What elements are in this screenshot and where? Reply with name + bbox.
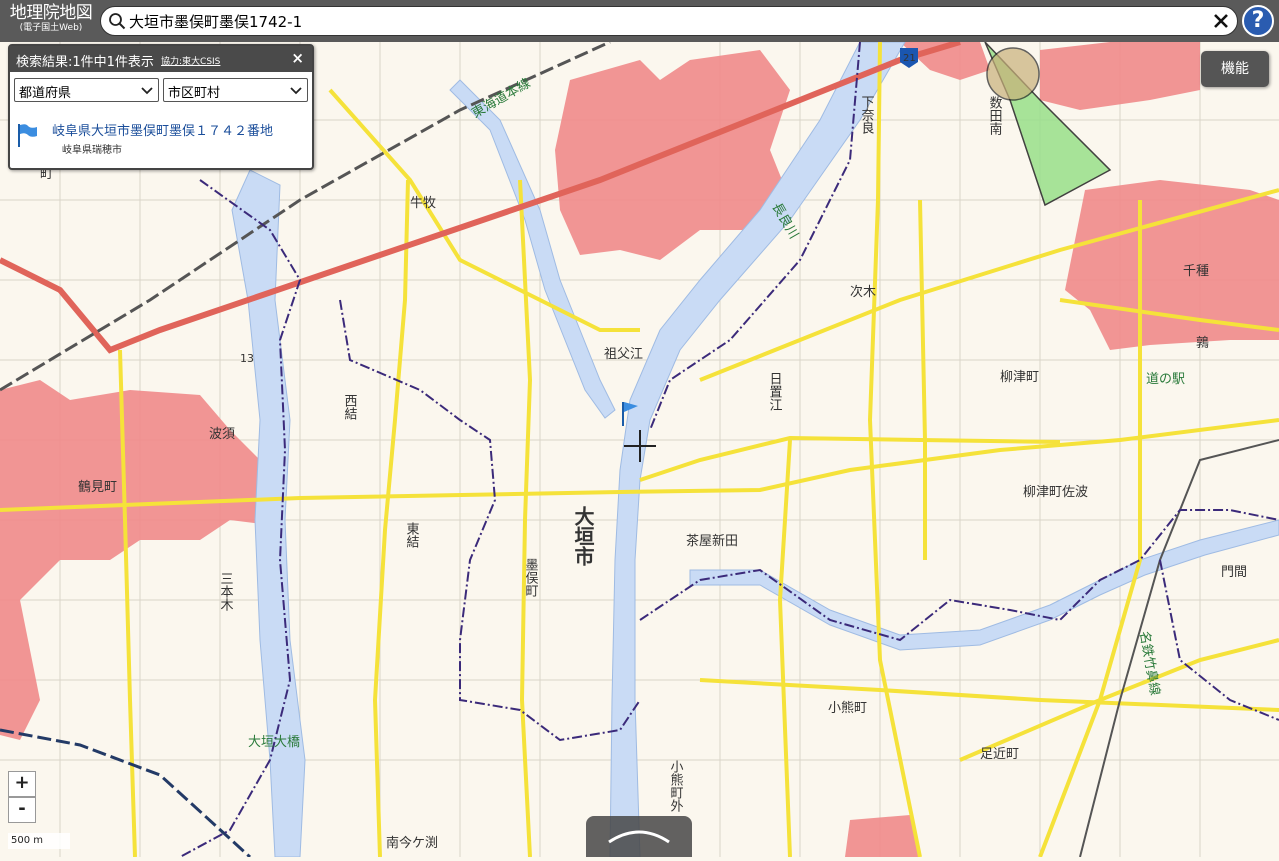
scale-bar: 500 m <box>8 833 70 849</box>
label-ashichika: 足近町 <box>980 747 1019 762</box>
function-menu-button[interactable]: 機能 <box>1201 51 1269 87</box>
label-ogaki-bridge: 大垣大橋 <box>248 735 300 750</box>
label-chaya: 茶屋新田 <box>686 533 738 549</box>
route-number: 21 <box>903 53 916 64</box>
label-hiokie: 日置江 <box>767 372 783 411</box>
panel-close-button[interactable]: × <box>291 49 304 67</box>
label-chigusa: 千種 <box>1183 263 1209 279</box>
logo-sub-text: (電子国土Web) <box>19 23 83 33</box>
help-button[interactable]: ? <box>1242 5 1274 37</box>
label-tsugi: 次木 <box>850 284 876 300</box>
search-icon <box>109 13 126 30</box>
label-shimonara: 下奈良 <box>859 95 875 134</box>
panel-header: 検索結果:1件中1件表示 協力:東大CSIS × <box>10 46 312 72</box>
prefecture-select-value: 都道府県 <box>19 86 72 101</box>
label-higashimusubi: 東結 <box>404 521 420 548</box>
app-logo[interactable]: 地理院地図 (電子国土Web) <box>4 4 98 38</box>
label-tsurumi: 鶴見町 <box>78 479 117 495</box>
zoom-out-button[interactable]: - <box>8 797 36 823</box>
zoom-in-button[interactable]: + <box>8 771 36 797</box>
chevron-down-icon <box>141 87 153 95</box>
label-yanaizu: 柳津町 <box>1000 370 1039 385</box>
label-sobue: 祖父江 <box>604 347 643 362</box>
clear-icon[interactable] <box>1211 11 1231 31</box>
label-sanbongi: 三本木 <box>218 572 234 611</box>
panel-credit-link[interactable]: 協力:東大CSIS <box>161 54 220 67</box>
label-oguma-soto: 小熊町外 <box>668 760 684 812</box>
label-ushimaki: 牛牧 <box>410 196 436 211</box>
label-ogaki-city: 大垣市 <box>571 506 595 566</box>
prefecture-select[interactable]: 都道府県 <box>14 78 159 102</box>
search-result-panel: 検索結果:1件中1件表示 協力:東大CSIS × 都道府県 市区町村 岐阜県大垣… <box>8 44 314 170</box>
flag-icon <box>18 124 37 147</box>
label-hasu: 波須 <box>209 427 235 442</box>
label-oguma: 小熊町 <box>828 700 867 716</box>
label-kazutaminami: 数田南 <box>987 96 1003 135</box>
label-uzura: 鶉 <box>1196 336 1209 351</box>
chevron-down-icon <box>290 87 302 95</box>
city-select[interactable]: 市区町村 <box>163 78 308 102</box>
label-yanaizu-sanami: 柳津町佐波 <box>1023 485 1088 500</box>
chevron-up-icon <box>608 830 670 844</box>
search-box <box>100 6 1238 36</box>
city-select-value: 市区町村 <box>168 86 221 101</box>
bottom-pull-tab[interactable] <box>586 816 692 857</box>
logo-main-text: 地理院地図 <box>9 3 93 23</box>
result-item-sub: 岐阜県瑞穂市 <box>62 145 122 156</box>
label-nishimusubi: 西結 <box>342 394 358 420</box>
panel-title: 検索結果:1件中1件表示 <box>16 55 154 70</box>
measurement-circle <box>986 47 1040 101</box>
label-elevation: 13 <box>240 352 254 365</box>
result-item-name[interactable]: 岐阜県大垣市墨俣町墨俣１７４２番地 <box>52 120 273 139</box>
top-bar: 地理院地図 (電子国土Web) ? <box>0 0 1279 42</box>
label-minami-imagafuchi: 南今ケ渕 <box>386 835 438 851</box>
label-michinoeki: 道の駅 <box>1146 372 1185 387</box>
search-input[interactable] <box>129 10 1209 32</box>
label-sunomata: 墨俣町 <box>523 558 539 597</box>
scale-label: 500 m <box>11 835 44 846</box>
label-monma: 門間 <box>1221 565 1247 580</box>
